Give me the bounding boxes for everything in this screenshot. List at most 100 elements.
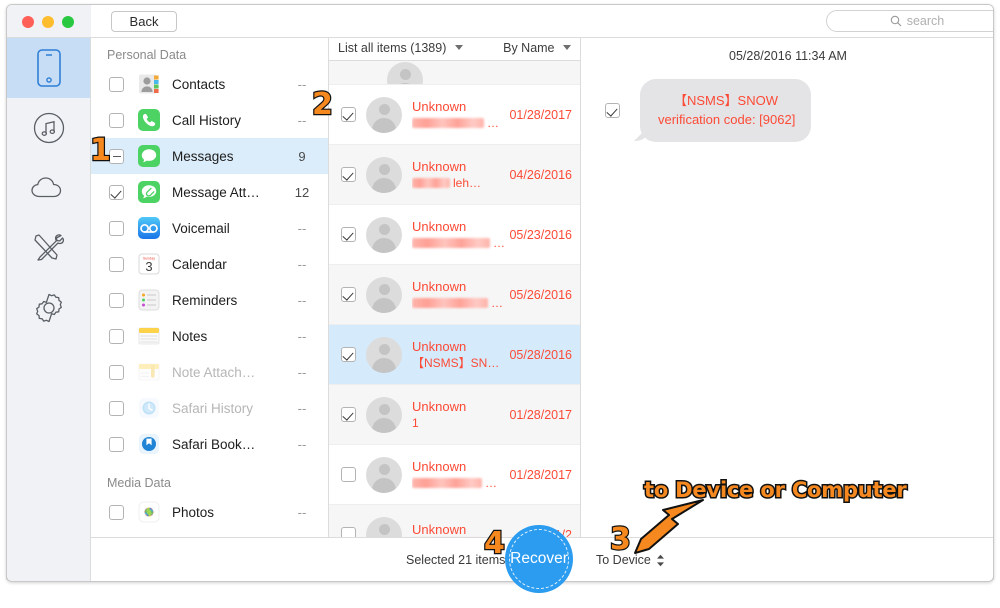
avatar: [366, 276, 402, 313]
list-sort-label: By Name: [503, 41, 555, 55]
group-title-media-data: Media Data: [107, 476, 171, 490]
data-row-label: Note Attach…: [172, 364, 256, 380]
reminders-icon: [138, 289, 160, 311]
checkbox-message-row[interactable]: [341, 227, 356, 242]
maximize-window-button[interactable]: [62, 16, 74, 28]
avatar: [366, 336, 402, 373]
list-filter-label: List all items (1389): [338, 41, 447, 55]
data-row-contacts[interactable]: Contacts --: [91, 66, 328, 102]
data-row-messages[interactable]: Messages 9: [91, 138, 328, 174]
data-row-photos[interactable]: Photos --: [91, 494, 328, 530]
checkbox-message-row[interactable]: [341, 287, 356, 302]
message-date: 05/23/2016: [509, 227, 572, 242]
app-root: Back search Personal Data Contacts -- Ca…: [0, 0, 1000, 608]
ellipsis: …: [487, 116, 499, 130]
data-row-label: Messages: [172, 148, 234, 164]
message-row[interactable]: Unknown … 01/28/2017: [329, 445, 580, 505]
list-filter-dropdown[interactable]: List all items (1389): [338, 41, 463, 55]
search-input[interactable]: search: [826, 10, 993, 32]
cloud-icon: [30, 177, 61, 198]
minimize-window-button[interactable]: [42, 16, 54, 28]
data-row-label: Notes: [172, 328, 208, 344]
ellipsis: …: [485, 476, 497, 490]
message-row[interactable]: Unknown … 01/28/2017: [329, 85, 580, 145]
data-row-reminders[interactable]: Reminders --: [91, 282, 328, 318]
data-row-call-history[interactable]: Call History --: [91, 102, 328, 138]
list-sort-dropdown[interactable]: By Name: [503, 41, 571, 55]
sidebar-item-settings[interactable]: [7, 278, 90, 338]
data-row-label: Call History: [172, 112, 242, 128]
message-preview: …: [412, 115, 508, 131]
data-row-count: --: [297, 504, 307, 520]
checkbox-message-attachments[interactable]: [109, 184, 124, 200]
notes-icon: [138, 325, 160, 347]
message-row[interactable]: [329, 61, 580, 85]
chevron-down-icon: [563, 45, 571, 50]
safari-bookmark-icon: [138, 433, 160, 455]
message-date: 01/28/2017: [509, 107, 572, 122]
destination-label: To Device: [596, 553, 651, 567]
sidebar-item-device[interactable]: [7, 38, 90, 98]
message-list-header: List all items (1389) By Name: [329, 38, 580, 61]
checkbox-message-row[interactable]: [341, 107, 356, 122]
checkbox-contacts[interactable]: [109, 76, 124, 92]
message-sender: Unknown: [412, 99, 467, 114]
selected-count-label: Selected 21 items: [406, 553, 506, 567]
data-row-count: --: [297, 328, 307, 344]
message-preview: 【NSMS】SN…: [412, 356, 500, 370]
recover-button-label: Recover: [510, 550, 568, 567]
checkbox-message-row[interactable]: [341, 167, 356, 182]
checkbox-safari-bookmarks[interactable]: [109, 436, 124, 452]
data-row-label: Reminders: [172, 292, 238, 308]
sidebar-item-itunes-backup[interactable]: [7, 98, 90, 158]
phone-icon: [36, 49, 61, 87]
checkbox-notes[interactable]: [109, 328, 124, 344]
checkbox-reminders[interactable]: [109, 292, 124, 308]
sidebar-rail: [7, 38, 91, 581]
data-row-count: --: [297, 76, 307, 92]
checkbox-calendar[interactable]: [109, 256, 124, 272]
message-row[interactable]: Unknown leh… 04/26/2016: [329, 145, 580, 205]
message-row-text: Unknown …: [412, 98, 508, 131]
message-row[interactable]: Unknown … 05/23/2016: [329, 205, 580, 265]
avatar: [366, 396, 402, 433]
close-window-button[interactable]: [22, 16, 34, 28]
up-down-chevron-icon: [656, 554, 664, 566]
avatar: [366, 456, 402, 493]
message-list-panel: List all items (1389) By Name Unknown … …: [329, 38, 581, 581]
sidebar-item-toolkit[interactable]: [7, 218, 90, 278]
message-row[interactable]: Unknown … 05/26/2016: [329, 265, 580, 325]
back-button[interactable]: Back: [111, 11, 177, 32]
search-icon: [890, 15, 902, 27]
sidebar-item-icloud-backup[interactable]: [7, 158, 90, 218]
message-bubble-line2: verification code: [9062]: [658, 112, 796, 127]
redacted-preview: [412, 478, 482, 488]
checkbox-message-row[interactable]: [341, 407, 356, 422]
data-row-count: 12: [294, 184, 310, 200]
checkbox-messages[interactable]: [109, 148, 124, 164]
checkbox-message-row[interactable]: [341, 467, 356, 482]
message-row-text: Unknown …: [412, 278, 508, 311]
checkbox-message-row[interactable]: [341, 347, 356, 362]
message-row-selected[interactable]: Unknown 【NSMS】SN… 05/28/2016: [329, 325, 580, 385]
svg-text:3: 3: [145, 259, 152, 274]
message-row[interactable]: Unknown 1 01/28/2017: [329, 385, 580, 445]
message-bubble[interactable]: 【NSMS】SNOW verification code: [9062]: [640, 79, 812, 142]
data-row-safari-bookmarks[interactable]: Safari Book… --: [91, 426, 328, 462]
checkbox-call-history[interactable]: [109, 112, 124, 128]
checkbox-photos[interactable]: [109, 504, 124, 520]
checkbox-message-bubble[interactable]: [605, 103, 620, 118]
message-sender: Unknown: [412, 522, 467, 537]
recover-button[interactable]: Recover: [505, 525, 573, 593]
message-bubble-row: 【NSMS】SNOW verification code: [9062]: [581, 79, 993, 142]
data-row-notes[interactable]: Notes --: [91, 318, 328, 354]
data-row-label: Safari Book…: [172, 436, 256, 452]
message-bubble-line1: 【NSMS】SNOW: [674, 93, 779, 108]
message-date: 04/26/2016: [509, 167, 572, 182]
data-row-message-attachments[interactable]: Message Att… 12: [91, 174, 328, 210]
checkbox-voicemail[interactable]: [109, 220, 124, 236]
destination-dropdown[interactable]: To Device: [596, 553, 665, 567]
data-row-voicemail[interactable]: Voicemail --: [91, 210, 328, 246]
data-row-calendar[interactable]: Sunday 3 Calendar --: [91, 246, 328, 282]
titlebar-left-segment: [7, 5, 91, 37]
